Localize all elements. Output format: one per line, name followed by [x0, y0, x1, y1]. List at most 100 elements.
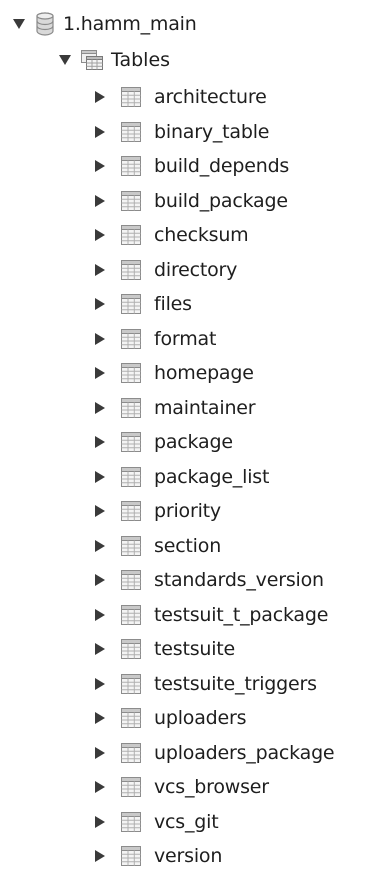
schema-tree: 1.hamm_main Tables architecture binary_t… [0, 0, 384, 872]
expand-arrow-icon[interactable] [93, 297, 107, 311]
expand-arrow-icon[interactable] [93, 470, 107, 484]
table-item[interactable]: vcs_browser [93, 770, 334, 805]
table-item[interactable]: directory [93, 253, 334, 288]
table-icon [121, 432, 141, 453]
table-icon [121, 225, 141, 246]
table-name: vcs_browser [154, 776, 269, 799]
expand-arrow-icon[interactable] [93, 711, 107, 725]
table-icon [121, 570, 141, 591]
table-icon [121, 604, 141, 625]
expand-arrow-icon[interactable] [93, 435, 107, 449]
tables-folder-icon [81, 50, 103, 70]
table-name: homepage [154, 362, 254, 385]
table-name: format [154, 327, 217, 350]
expand-arrow-icon[interactable] [93, 332, 107, 346]
table-name: package_list [154, 465, 270, 488]
tables-folder-label: Tables [111, 49, 171, 71]
table-item[interactable]: homepage [93, 356, 334, 391]
table-name: package [154, 431, 233, 454]
table-icon [121, 708, 141, 729]
collapse-arrow-icon[interactable] [58, 53, 72, 67]
table-list: architecture binary_table build_depends … [93, 80, 335, 874]
table-item[interactable]: priority [93, 494, 334, 529]
expand-arrow-icon[interactable] [93, 573, 107, 587]
table-icon [121, 363, 141, 384]
table-name: uploaders [154, 707, 247, 730]
expand-arrow-icon[interactable] [93, 677, 107, 691]
expand-arrow-icon[interactable] [93, 366, 107, 380]
table-item[interactable]: architecture [93, 80, 334, 115]
table-icon [121, 846, 141, 867]
table-name: version [154, 845, 223, 868]
expand-arrow-icon[interactable] [93, 263, 107, 277]
table-icon [121, 328, 141, 349]
table-item[interactable]: testsuite [93, 632, 334, 667]
database-name: 1.hamm_main [63, 13, 197, 35]
database-icon [36, 12, 54, 36]
expand-arrow-icon[interactable] [93, 125, 107, 139]
table-item[interactable]: package [93, 425, 334, 460]
table-item[interactable]: build_depends [93, 149, 334, 184]
expand-arrow-icon[interactable] [93, 608, 107, 622]
table-name: build_depends [154, 155, 290, 178]
collapse-arrow-icon[interactable] [12, 17, 26, 31]
table-item[interactable]: testsuit_t_package [93, 598, 334, 633]
table-item[interactable]: build_package [93, 184, 334, 219]
table-item[interactable]: section [93, 529, 334, 564]
table-name: architecture [154, 86, 267, 109]
expand-arrow-icon[interactable] [93, 90, 107, 104]
table-icon [121, 121, 141, 142]
table-icon [121, 466, 141, 487]
database-node[interactable]: 1.hamm_main [12, 8, 197, 40]
table-icon [121, 639, 141, 660]
tables-folder-node[interactable]: Tables [58, 44, 170, 76]
table-name: vcs_git [154, 810, 219, 833]
expand-arrow-icon[interactable] [93, 401, 107, 415]
table-icon [121, 777, 141, 798]
table-icon [121, 294, 141, 315]
table-icon [121, 501, 141, 522]
table-item[interactable]: checksum [93, 218, 334, 253]
expand-arrow-icon[interactable] [93, 539, 107, 553]
table-name: uploaders_package [154, 741, 335, 764]
expand-arrow-icon[interactable] [93, 159, 107, 173]
table-item[interactable]: standards_version [93, 563, 334, 598]
table-name: testsuite_triggers [154, 672, 317, 695]
table-icon [121, 156, 141, 177]
table-icon [121, 811, 141, 832]
expand-arrow-icon[interactable] [93, 815, 107, 829]
expand-arrow-icon[interactable] [93, 194, 107, 208]
table-icon [121, 673, 141, 694]
table-item[interactable]: version [93, 839, 334, 874]
expand-arrow-icon[interactable] [93, 504, 107, 518]
table-icon [121, 190, 141, 211]
table-item[interactable]: uploaders_package [93, 736, 335, 771]
table-name: checksum [154, 224, 249, 247]
table-name: maintainer [154, 396, 256, 419]
expand-arrow-icon[interactable] [93, 228, 107, 242]
table-name: testsuit_t_package [154, 603, 329, 626]
table-name: build_package [154, 189, 288, 212]
table-name: binary_table [154, 120, 270, 143]
table-item[interactable]: format [93, 322, 334, 357]
table-item[interactable]: testsuite_triggers [93, 667, 334, 702]
table-name: priority [154, 500, 221, 523]
table-name: section [154, 534, 222, 557]
expand-arrow-icon[interactable] [93, 849, 107, 863]
expand-arrow-icon[interactable] [93, 780, 107, 794]
table-item[interactable]: files [93, 287, 334, 322]
expand-arrow-icon[interactable] [93, 746, 107, 760]
table-name: standards_version [154, 569, 324, 592]
table-item[interactable]: package_list [93, 460, 334, 495]
table-icon [121, 742, 141, 763]
table-icon [121, 87, 141, 108]
table-icon [121, 259, 141, 280]
expand-arrow-icon[interactable] [93, 642, 107, 656]
table-item[interactable]: uploaders [93, 701, 334, 736]
table-icon [121, 535, 141, 556]
table-icon [121, 397, 141, 418]
table-item[interactable]: maintainer [93, 391, 334, 426]
table-item[interactable]: vcs_git [93, 805, 334, 840]
table-item[interactable]: binary_table [93, 115, 334, 150]
table-name: files [154, 293, 192, 316]
